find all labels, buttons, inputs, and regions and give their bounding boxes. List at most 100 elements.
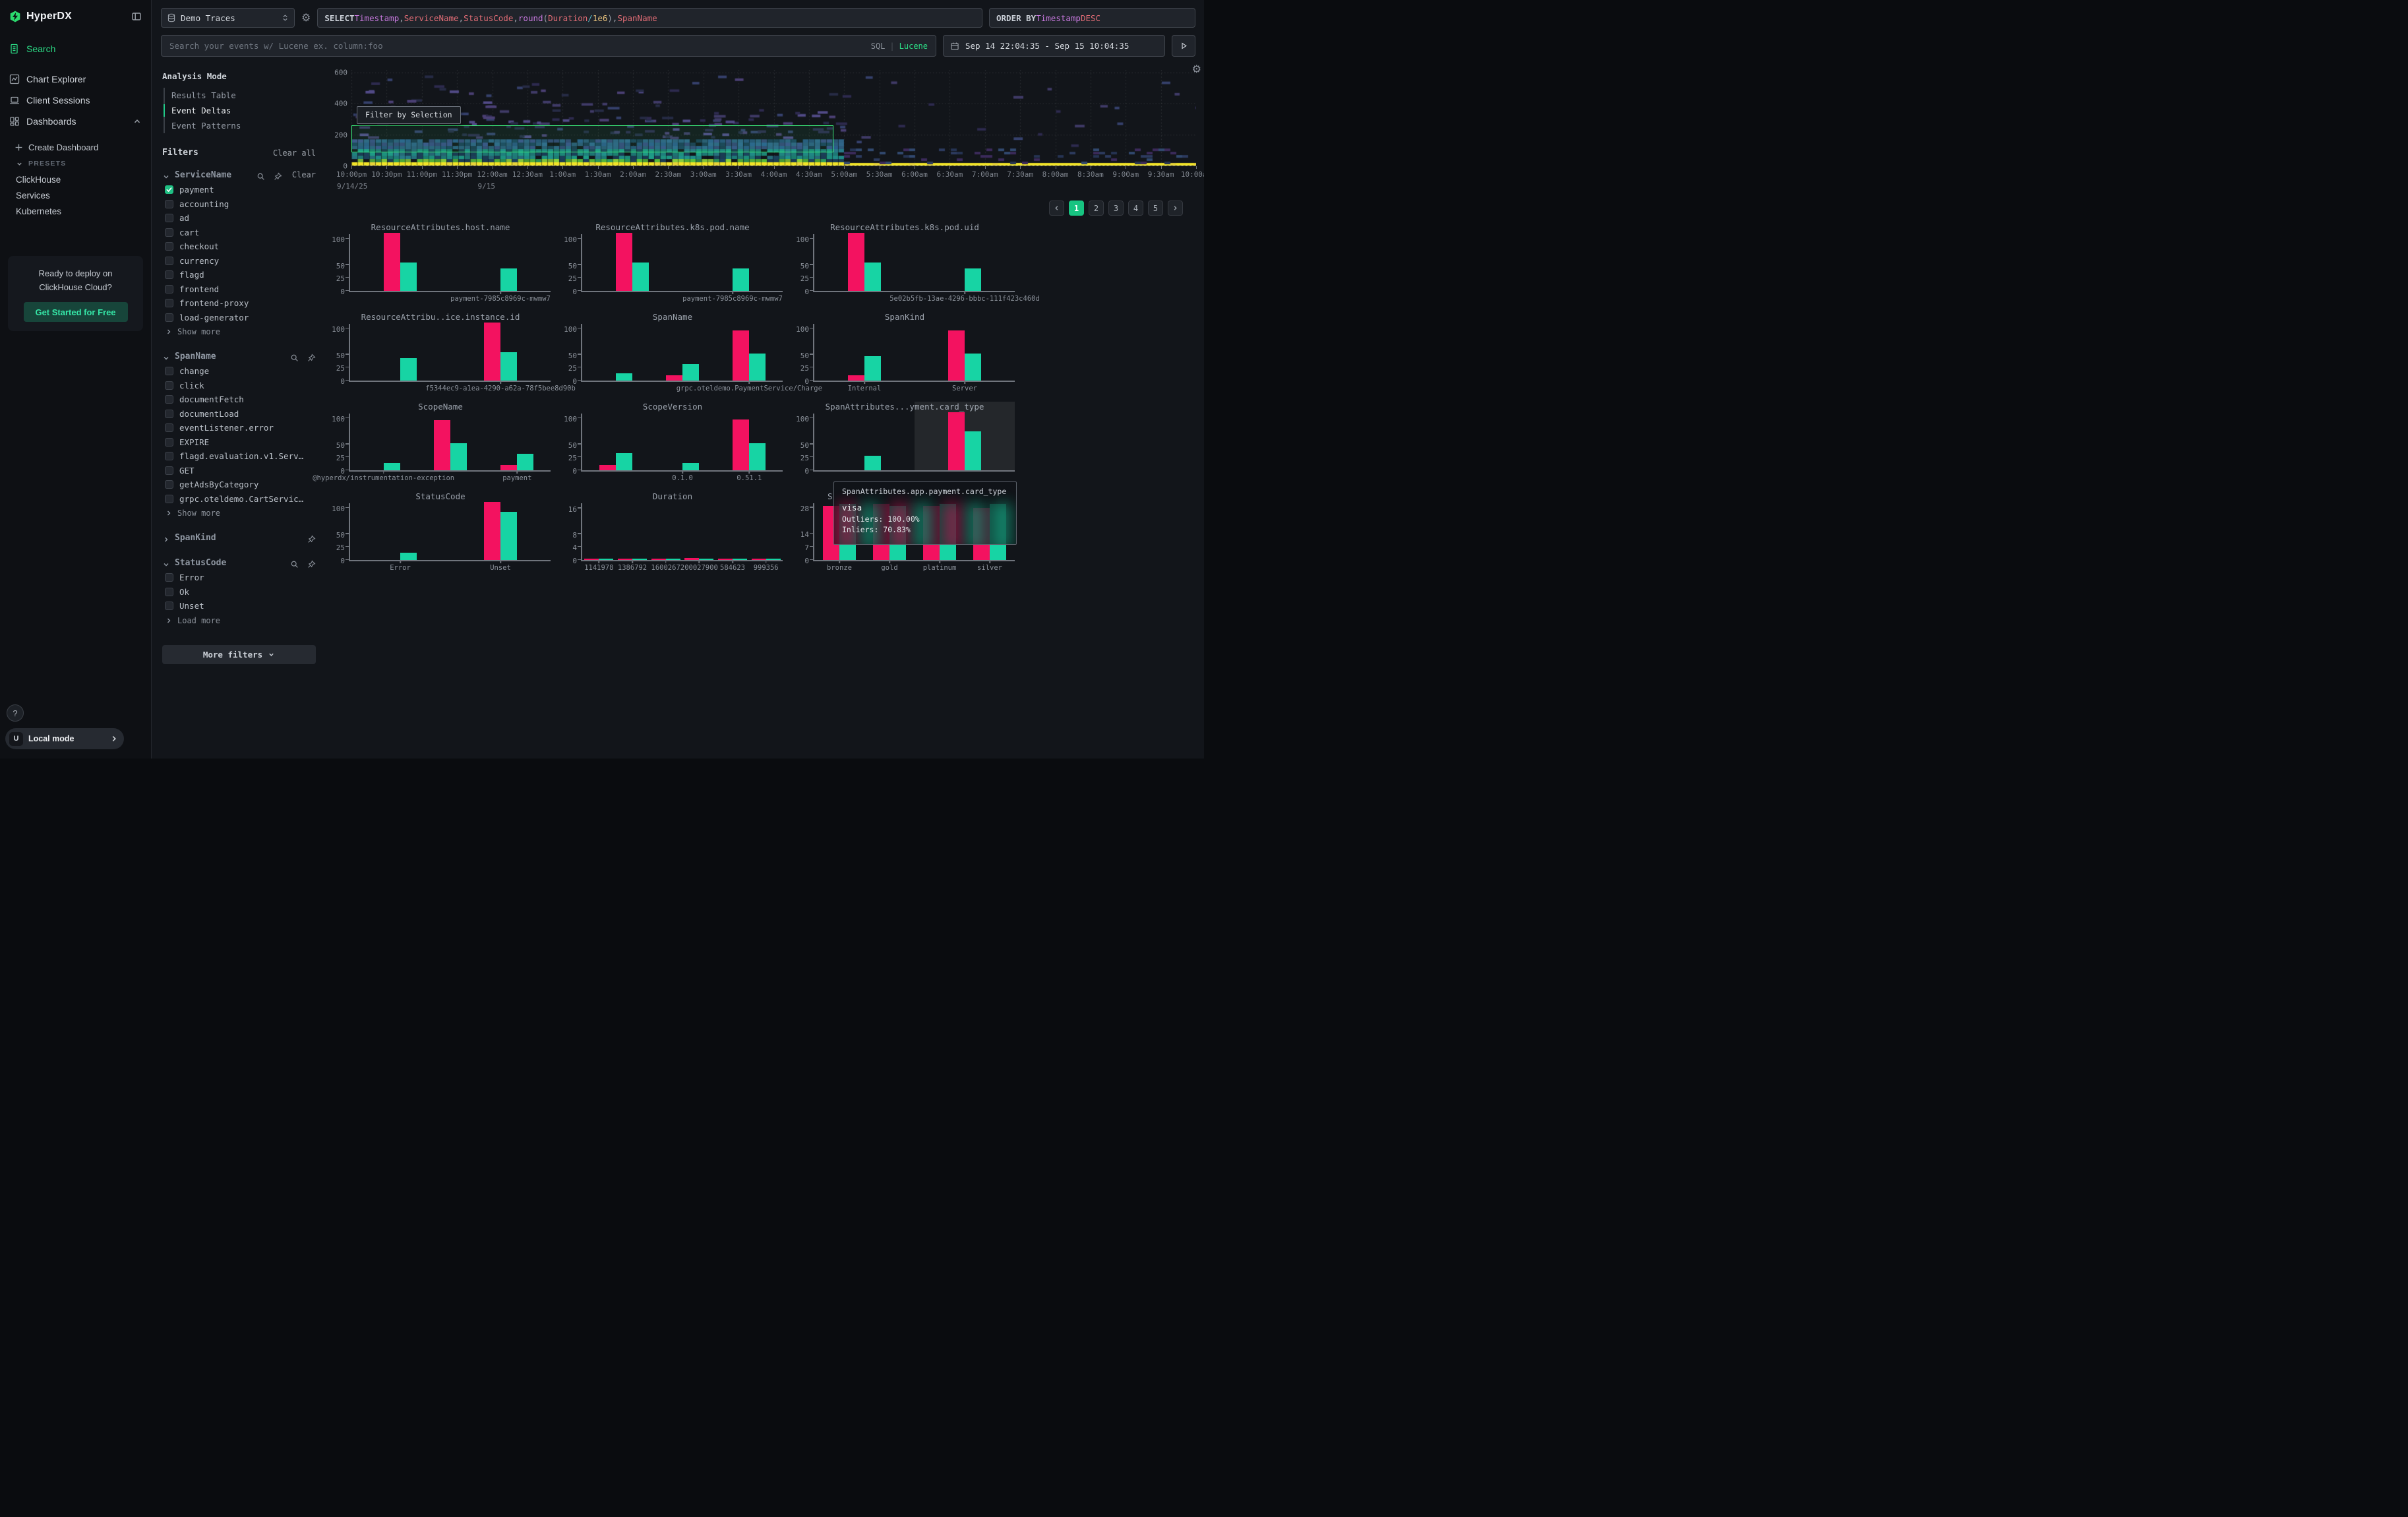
show-more-button[interactable]: Show more — [162, 506, 316, 520]
chevron-down-icon[interactable] — [162, 559, 170, 567]
outlier-bar[interactable] — [948, 412, 965, 470]
filter-group-name[interactable]: SpanName — [175, 352, 282, 361]
filter-checkbox-item[interactable]: accounting — [162, 197, 316, 212]
heatmap-selection[interactable] — [351, 125, 833, 152]
inlier-bar[interactable] — [400, 553, 417, 560]
pin-icon[interactable] — [307, 352, 316, 361]
filter-checkbox-item[interactable]: grpc.oteldemo.CartServic… — [162, 492, 316, 507]
create-dashboard-button[interactable]: Create Dashboard — [0, 139, 151, 156]
outlier-bar[interactable] — [484, 323, 500, 381]
checkbox-unchecked[interactable] — [165, 466, 173, 475]
pin-icon[interactable] — [307, 559, 316, 567]
inlier-bar[interactable] — [500, 268, 517, 291]
outlier-bar[interactable] — [733, 419, 749, 470]
checkbox-unchecked[interactable] — [165, 257, 173, 265]
checkbox-unchecked[interactable] — [165, 381, 173, 390]
filter-checkbox-item[interactable]: click — [162, 379, 316, 393]
clear-group-button[interactable]: Clear — [292, 170, 316, 179]
filter-checkbox-item[interactable]: Unset — [162, 599, 316, 613]
filter-checkbox-item[interactable]: GET — [162, 464, 316, 478]
filter-checkbox-item[interactable]: Error — [162, 571, 316, 585]
checkbox-unchecked[interactable] — [165, 438, 173, 447]
checkbox-unchecked[interactable] — [165, 395, 173, 404]
filter-checkbox-item[interactable]: Ok — [162, 585, 316, 600]
checkbox-unchecked[interactable] — [165, 242, 173, 251]
pagination-next-button[interactable] — [1168, 201, 1183, 216]
checkbox-checked[interactable] — [165, 185, 173, 194]
pagination-page-4[interactable]: 4 — [1128, 201, 1143, 216]
order-by-input[interactable]: ORDER BY Timestamp DESC — [989, 8, 1195, 28]
inlier-bar[interactable] — [400, 263, 417, 291]
checkbox-unchecked[interactable] — [165, 313, 173, 322]
outlier-bar[interactable] — [948, 330, 965, 381]
inlier-bar[interactable] — [682, 463, 699, 470]
sidebar-item-chart-explorer[interactable]: Chart Explorer — [0, 69, 151, 90]
inlier-bar[interactable] — [864, 263, 881, 291]
inlier-bar[interactable] — [450, 443, 467, 470]
checkbox-unchecked[interactable] — [165, 452, 173, 460]
filter-checkbox-item[interactable]: getAdsByCategory — [162, 478, 316, 492]
sql-mode-button[interactable]: SQL — [871, 42, 886, 51]
pin-icon[interactable] — [307, 534, 316, 542]
outlier-bar[interactable] — [752, 559, 766, 560]
outlier-bar[interactable] — [618, 559, 632, 560]
source-select[interactable]: Demo Traces — [161, 8, 295, 28]
filter-group-name[interactable]: StatusCode — [175, 558, 282, 568]
filter-checkbox-item[interactable]: frontend — [162, 282, 316, 297]
sidebar-collapse-icon[interactable] — [131, 11, 142, 22]
run-query-button[interactable] — [1172, 35, 1195, 57]
pagination-page-5[interactable]: 5 — [1148, 201, 1163, 216]
inlier-bar[interactable] — [599, 559, 613, 560]
filter-checkbox-item[interactable]: EXPIRE — [162, 435, 316, 450]
inlier-bar[interactable] — [517, 454, 533, 470]
inlier-bar[interactable] — [616, 453, 632, 470]
sidebar-item-client-sessions[interactable]: Client Sessions — [0, 90, 151, 111]
filter-checkbox-item[interactable]: cart — [162, 226, 316, 240]
chevron-right-icon[interactable] — [162, 534, 170, 542]
show-more-button[interactable]: Show more — [162, 325, 316, 339]
outlier-bar[interactable] — [666, 375, 682, 381]
inlier-bar[interactable] — [400, 358, 417, 381]
sidebar-item-search[interactable]: Search — [0, 38, 151, 59]
inlier-bar[interactable] — [766, 559, 781, 560]
filter-checkbox-item[interactable]: documentFetch — [162, 392, 316, 407]
filter-checkbox-item[interactable]: documentLoad — [162, 407, 316, 421]
search-icon[interactable] — [290, 352, 299, 361]
date-range-picker[interactable]: Sep 14 22:04:35 - Sep 15 10:04:35 — [943, 35, 1165, 57]
analysis-mode-event-deltas[interactable]: Event Deltas — [165, 103, 316, 118]
show-more-button[interactable]: Load more — [162, 613, 316, 628]
checkbox-unchecked[interactable] — [165, 270, 173, 279]
inlier-bar[interactable] — [749, 443, 766, 470]
inlier-bar[interactable] — [500, 512, 517, 560]
clear-all-filters-button[interactable]: Clear all — [273, 148, 316, 158]
outlier-bar[interactable] — [434, 420, 450, 470]
outlier-bar[interactable] — [718, 559, 733, 560]
search-icon[interactable] — [256, 171, 265, 179]
search-icon[interactable] — [290, 559, 299, 567]
checkbox-unchecked[interactable] — [165, 588, 173, 596]
inlier-bar[interactable] — [500, 352, 517, 381]
analysis-mode-event-patterns[interactable]: Event Patterns — [165, 118, 316, 133]
source-settings-gear-icon[interactable]: ⚙ — [301, 13, 311, 23]
outlier-bar[interactable] — [599, 465, 616, 470]
checkbox-unchecked[interactable] — [165, 410, 173, 418]
filter-group-name[interactable]: SpanKind — [175, 533, 299, 543]
outlier-bar[interactable] — [848, 233, 864, 291]
inlier-bar[interactable] — [965, 431, 981, 470]
checkbox-unchecked[interactable] — [165, 367, 173, 375]
lucene-search-input[interactable]: Search your events w/ Lucene ex. column:… — [161, 35, 936, 57]
filter-by-selection-button[interactable]: Filter by Selection — [357, 106, 461, 124]
checkbox-unchecked[interactable] — [165, 200, 173, 208]
inlier-bar[interactable] — [749, 354, 766, 381]
filter-checkbox-item[interactable]: payment — [162, 183, 316, 197]
checkbox-unchecked[interactable] — [165, 228, 173, 237]
checkbox-unchecked[interactable] — [165, 299, 173, 307]
filter-checkbox-item[interactable]: flagd.evaluation.v1.Serv… — [162, 449, 316, 464]
preset-kubernetes[interactable]: Kubernetes — [0, 203, 151, 219]
inlier-bar[interactable] — [699, 559, 713, 560]
presets-toggle[interactable]: PRESETS — [0, 156, 151, 171]
preset-services[interactable]: Services — [0, 187, 151, 203]
pagination-page-3[interactable]: 3 — [1108, 201, 1124, 216]
outlier-bar[interactable] — [651, 559, 666, 560]
filter-checkbox-item[interactable]: currency — [162, 254, 316, 268]
